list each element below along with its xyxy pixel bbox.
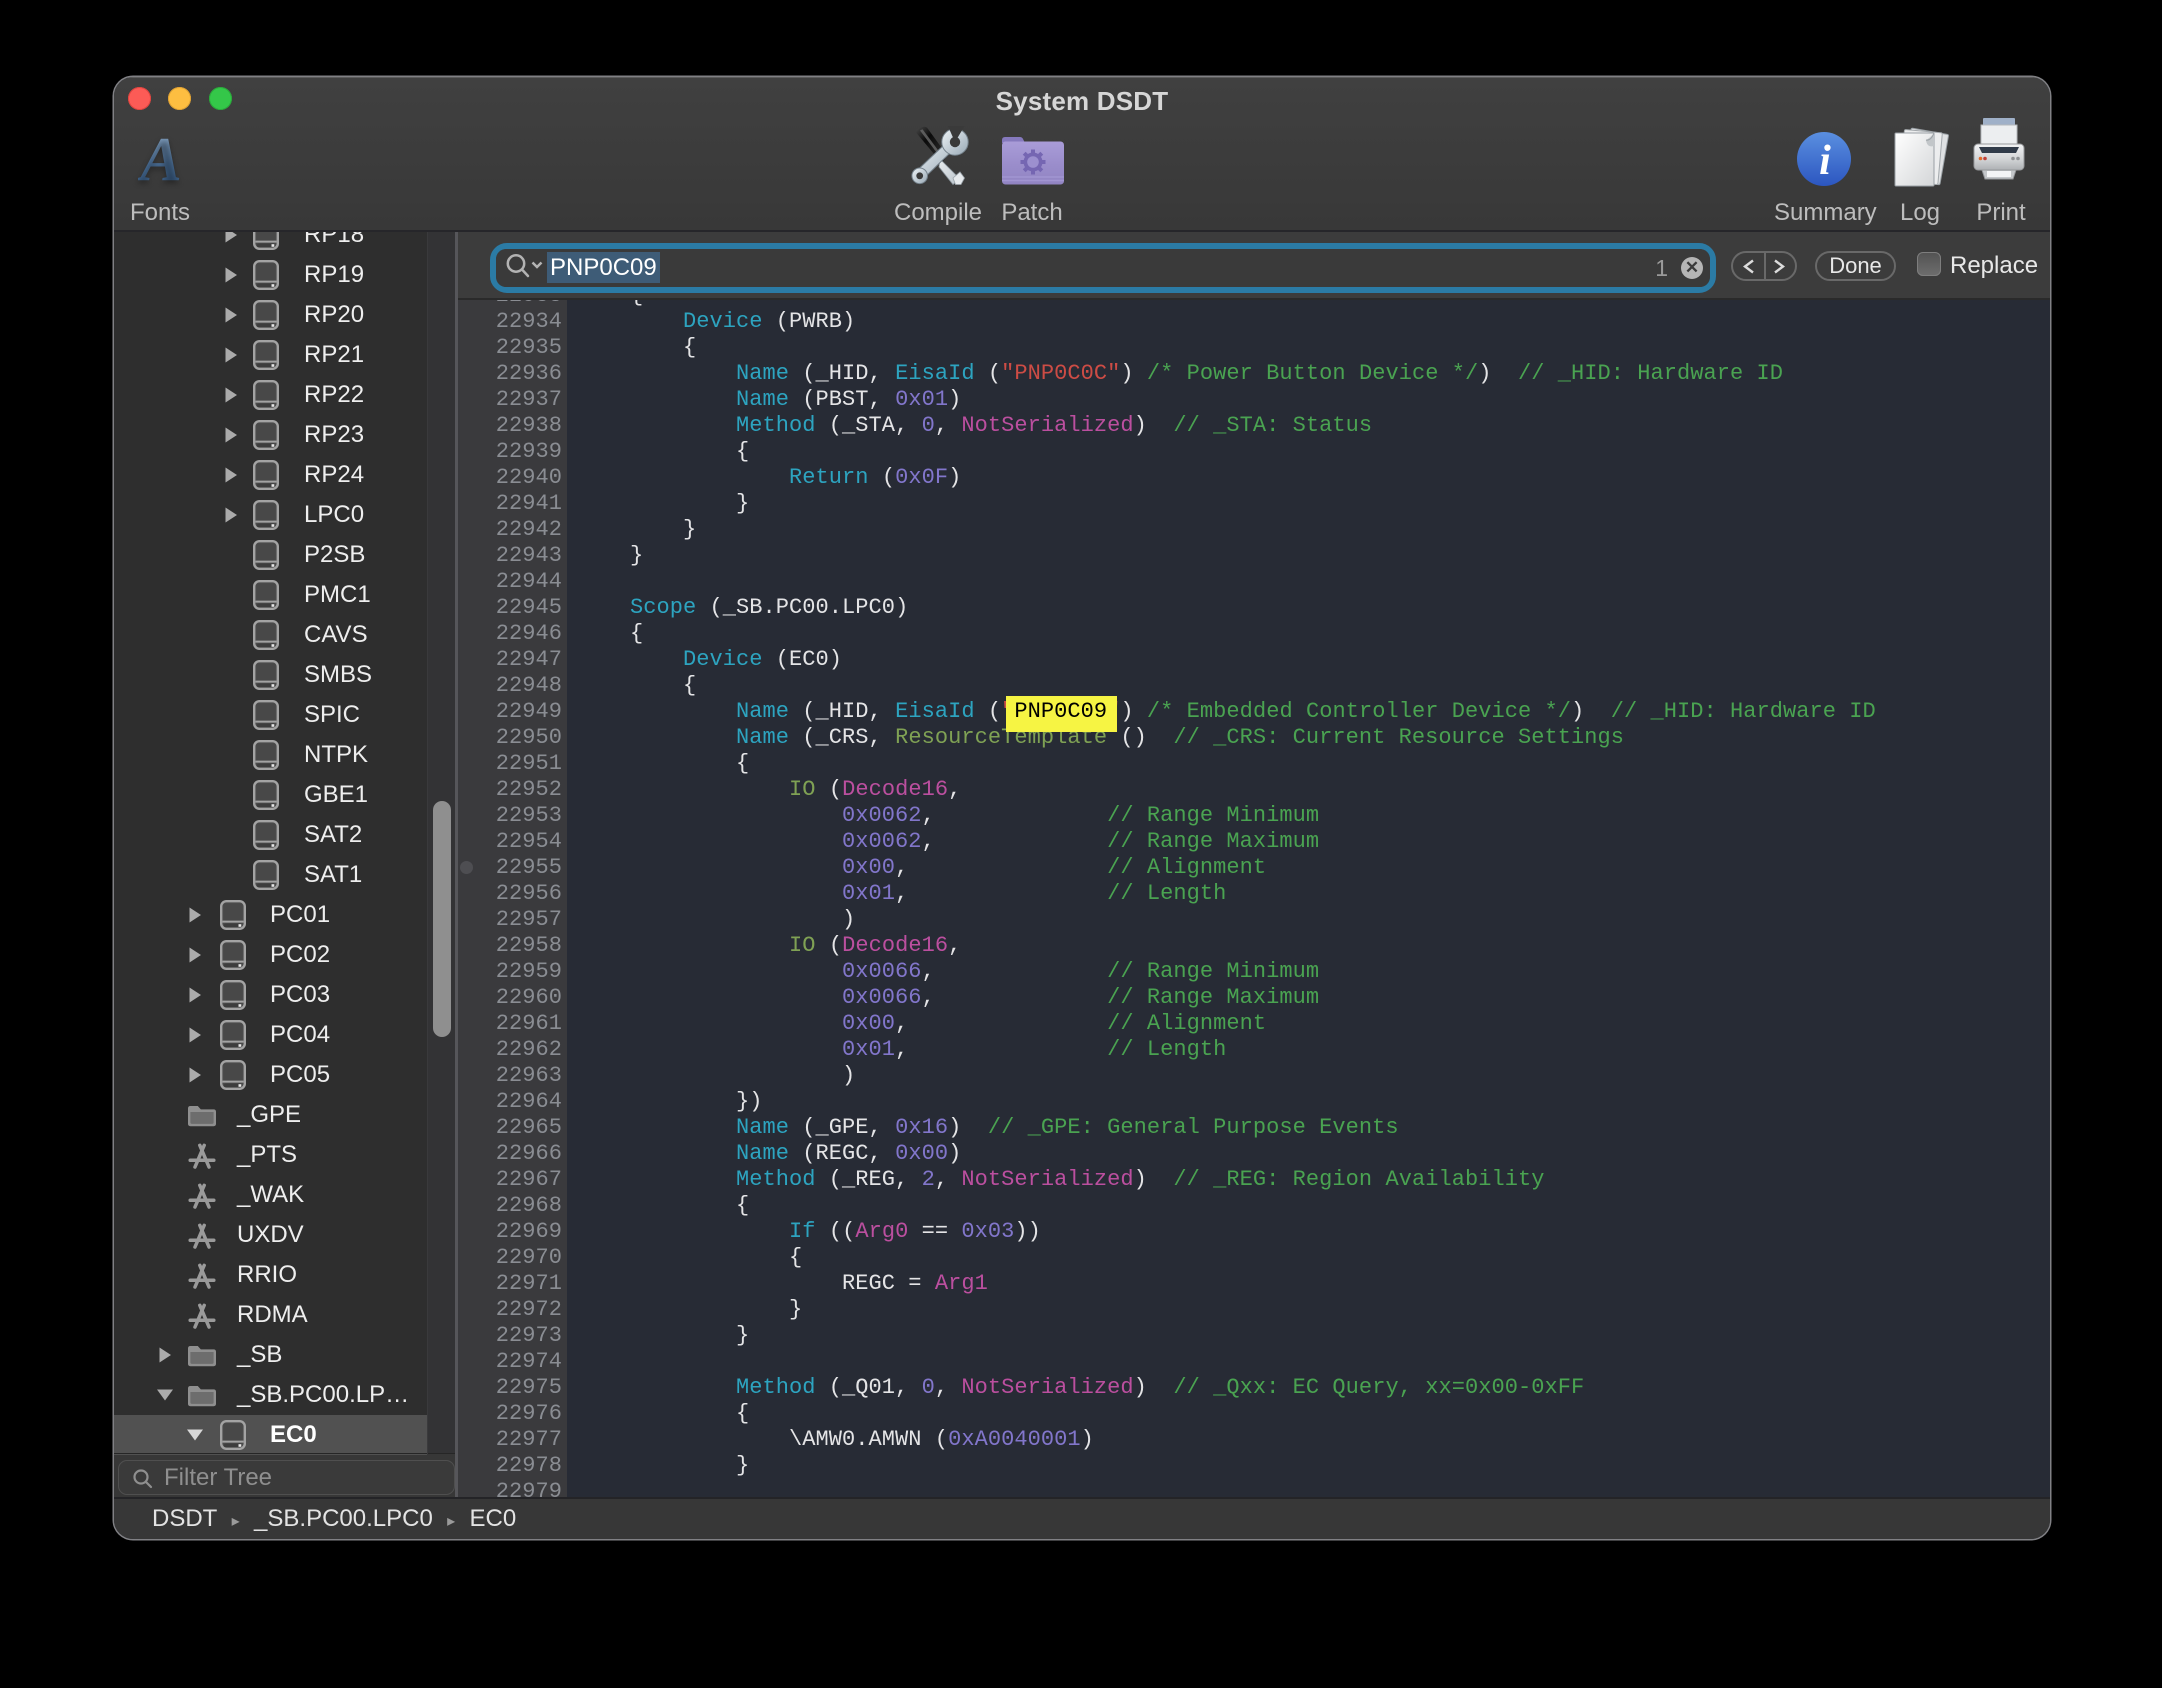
svg-text:i: i xyxy=(1819,138,1831,184)
